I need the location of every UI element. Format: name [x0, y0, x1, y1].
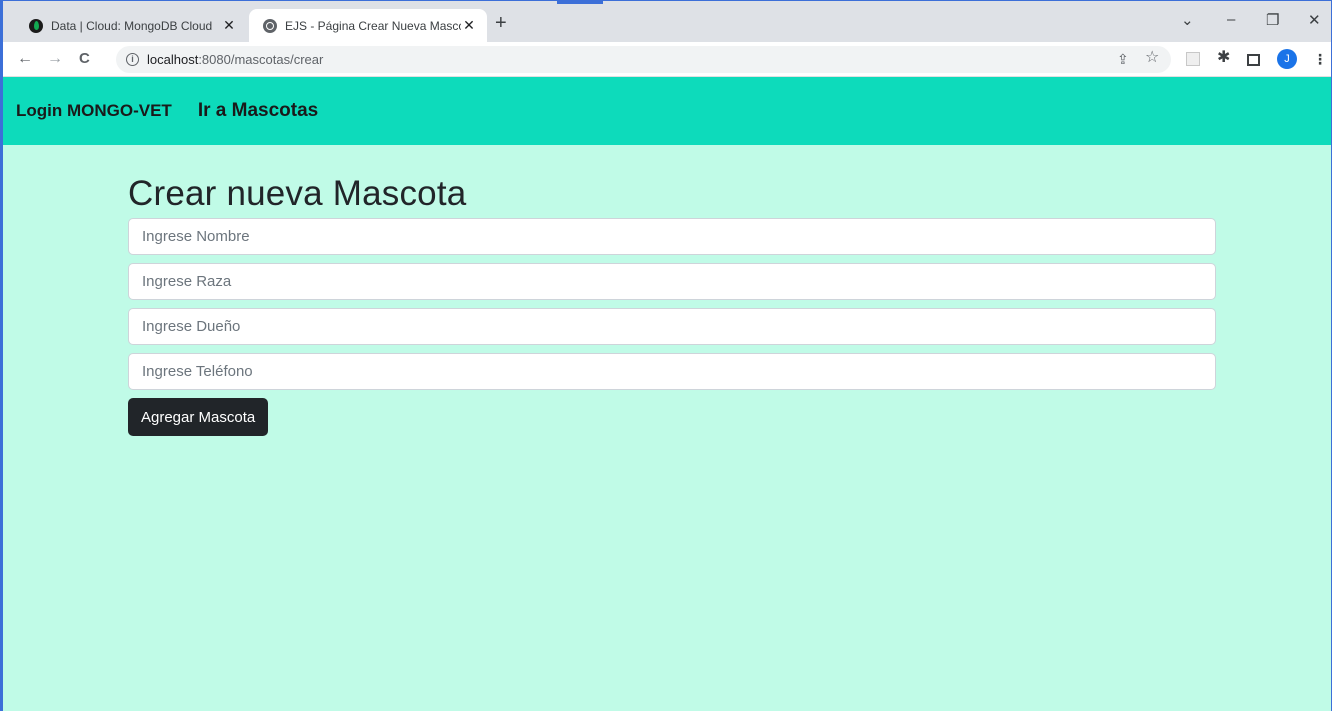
puzzle-icon[interactable]: ✱	[1217, 49, 1230, 67]
info-icon[interactable]: i	[126, 53, 139, 66]
new-tab-button[interactable]: +	[495, 12, 507, 34]
form-container: Crear nueva Mascota Agregar Mascota	[128, 173, 1216, 436]
nombre-input[interactable]	[128, 218, 1216, 255]
page-content: Login MONGO-VET Ir a Mascotas Crear nuev…	[3, 77, 1331, 711]
nav-link-mascotas[interactable]: Ir a Mascotas	[198, 100, 318, 122]
raza-input[interactable]	[128, 263, 1216, 300]
browser-window: Data | Cloud: MongoDB Cloud ✕ EJS - Pági…	[0, 0, 1332, 711]
globe-icon	[263, 18, 277, 33]
forward-button[interactable]: →	[47, 49, 63, 69]
tab-search-chevron-icon[interactable]: ⌄	[1181, 11, 1194, 29]
star-icon[interactable]: ☆	[1145, 49, 1159, 67]
dueno-input[interactable]	[128, 308, 1216, 345]
window-close-button[interactable]: ✕	[1308, 11, 1321, 29]
share-icon[interactable]: ⇪	[1117, 50, 1129, 68]
tab-mongodb-cloud[interactable]: Data | Cloud: MongoDB Cloud ✕	[15, 9, 247, 42]
avatar[interactable]: J	[1277, 49, 1297, 69]
side-panel-icon[interactable]	[1247, 52, 1260, 70]
menu-icon[interactable]: ⋮	[1313, 50, 1327, 68]
address-bar[interactable]: i localhost :8080/mascotas/crear	[116, 46, 1171, 73]
crear-mascota-form: Agregar Mascota	[128, 218, 1216, 436]
page-title: Crear nueva Mascota	[128, 174, 467, 213]
tab-title: Data | Cloud: MongoDB Cloud	[51, 18, 213, 33]
reload-button[interactable]: C	[79, 49, 90, 69]
tab-title: EJS - Página Crear Nueva Mascot	[285, 18, 461, 33]
url-path: :8080/mascotas/crear	[198, 52, 324, 67]
browser-toolbar: ← → C i localhost :8080/mascotas/crear ⇪…	[3, 42, 1331, 77]
telefono-input[interactable]	[128, 353, 1216, 390]
restore-button[interactable]: ❐	[1266, 11, 1279, 29]
url-host: localhost	[147, 52, 199, 67]
loading-indicator	[557, 1, 603, 4]
navbar-brand[interactable]: Login MONGO-VET	[16, 101, 172, 121]
close-icon[interactable]: ✕	[461, 17, 477, 34]
back-button[interactable]: ←	[17, 49, 33, 69]
close-icon[interactable]: ✕	[221, 17, 237, 34]
agregar-mascota-button[interactable]: Agregar Mascota	[128, 398, 269, 436]
extension-icon[interactable]	[1186, 52, 1200, 70]
tab-strip: Data | Cloud: MongoDB Cloud ✕ EJS - Pági…	[3, 1, 1331, 42]
navbar: Login MONGO-VET Ir a Mascotas	[3, 77, 1331, 145]
minimize-button[interactable]: –	[1227, 11, 1235, 28]
mongodb-leaf-icon	[29, 18, 43, 33]
tab-crear-mascota[interactable]: EJS - Página Crear Nueva Mascot ✕	[249, 9, 487, 42]
